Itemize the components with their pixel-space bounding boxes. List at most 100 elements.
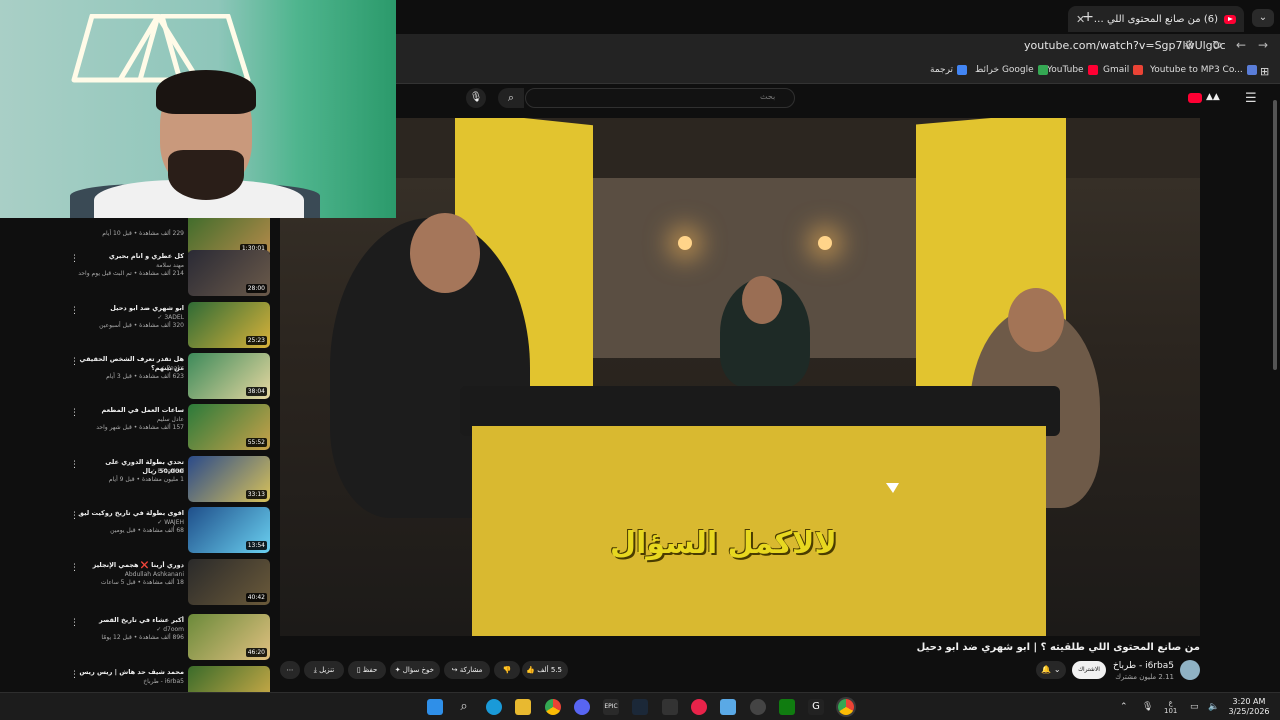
recommendation-item[interactable]: 46:20 ⋮ أكبر عشاء في تاريخ القصر d7oom ✓…: [0, 614, 280, 666]
input-language-indicator[interactable]: ع 101: [1164, 699, 1177, 715]
edge-icon[interactable]: [486, 699, 502, 715]
person-right-head: [1008, 288, 1064, 352]
mouse-cursor-icon: [886, 483, 899, 493]
notification-bell-icon[interactable]: 🔔 ⌄: [1036, 661, 1066, 679]
like-button[interactable]: 5.5 ألف 👍: [522, 661, 568, 679]
video-title[interactable]: ابو شهري ضد ابو دحيل: [78, 304, 184, 313]
recommendation-item[interactable]: 25:23 ⋮ ابو شهري ضد ابو دحيل 3ADEL ✓ 320…: [0, 302, 280, 354]
file-explorer-icon[interactable]: [515, 699, 531, 715]
display-icon[interactable]: ▭: [1190, 702, 1199, 712]
video-title[interactable]: دوري أرينا ❌ هجمي الإنجليز: [78, 561, 184, 570]
discord-icon[interactable]: [574, 699, 590, 715]
video-thumbnail[interactable]: 33:13: [188, 456, 270, 502]
g-app-icon[interactable]: G: [808, 699, 824, 715]
bookmark-translate[interactable]: ترجمة: [930, 65, 968, 75]
channel-name[interactable]: WAJEH ✓: [78, 519, 184, 526]
bookmark-youtube-to-mp3[interactable]: Youtube to MP3 Co...: [1150, 65, 1257, 75]
menu-icon[interactable]: ☰: [1245, 91, 1257, 106]
recommendation-item[interactable]: 55:52 ⋮ ساعات العمل في المطعم عادل سليم …: [0, 404, 280, 456]
recommendation-item[interactable]: 28:00 ⋮ كل عطري و انام بحبري مهند سلامة …: [0, 250, 280, 302]
recommendation-item[interactable]: 33:13 ⋮ تحدي بطولة الدوري على 50,000 ريا…: [0, 456, 280, 508]
video-title[interactable]: ساعات العمل في المطعم: [78, 406, 185, 415]
site-settings-icon[interactable]: ⚙: [1184, 38, 1195, 52]
youtube-logo-icon[interactable]: [1188, 93, 1202, 103]
video-thumbnail[interactable]: 46:20: [188, 614, 270, 660]
xbox-icon[interactable]: [779, 699, 795, 715]
search-icon[interactable]: ⌕: [498, 88, 524, 108]
microphone-icon[interactable]: 🎙: [466, 88, 486, 108]
apps-grid-icon[interactable]: ⊞: [1260, 65, 1269, 78]
clock-time: 3:20 AM: [1232, 697, 1266, 706]
epic-games-icon[interactable]: EPIC: [603, 699, 619, 715]
channel-avatar[interactable]: [1180, 660, 1200, 680]
save-label: حفظ: [362, 666, 378, 674]
search-taskbar-icon[interactable]: ⌕: [456, 699, 472, 715]
search-input[interactable]: [525, 88, 795, 108]
download-label: تنزيل: [319, 666, 335, 674]
channel-name[interactable]: FFearlFul ✓: [78, 468, 184, 475]
channel-name[interactable]: i6rba5 - طرباخ: [1100, 661, 1174, 671]
back-icon[interactable]: ←: [1236, 38, 1246, 52]
chrome-icon[interactable]: [545, 699, 561, 715]
forward-icon[interactable]: →: [1258, 38, 1268, 52]
subscribe-button[interactable]: الاشتراك: [1072, 661, 1106, 679]
video-title[interactable]: اقوى بطولة في تاريخ روكيت ليق: [78, 509, 184, 518]
new-tab-button[interactable]: +: [1082, 9, 1094, 25]
bookmark-youtube[interactable]: YouTube: [1047, 65, 1098, 75]
channel-name[interactable]: Peaks ✓: [78, 365, 184, 372]
channel-name[interactable]: i6rba5 - طرباخ: [78, 678, 184, 685]
microphone-tray-icon[interactable]: 🎙: [1142, 702, 1153, 712]
channel-name[interactable]: d7oom ✓: [78, 626, 184, 633]
steam-icon[interactable]: [632, 699, 648, 715]
video-meta: 68 ألف مشاهدة • قبل يومين: [110, 527, 184, 534]
reload-icon[interactable]: ↻: [1212, 38, 1222, 52]
video-thumbnail[interactable]: 55:52: [188, 404, 270, 450]
save-button[interactable]: حفظ ▯: [348, 661, 386, 679]
channel-name[interactable]: Abdullah Ashkanani: [78, 571, 184, 578]
bookmark-label: YouTube: [1047, 65, 1084, 75]
download-button[interactable]: تنزيل ⤓: [304, 661, 344, 679]
recommendation-item[interactable]: 38:04 ⋮ هل تقدر تعرف الشخص الحقيقي من بي…: [0, 353, 280, 405]
dislike-icon[interactable]: 👎: [494, 661, 520, 679]
video-thumbnail[interactable]: 38:04: [188, 353, 270, 399]
channel-name[interactable]: مهند سلامة: [78, 262, 184, 269]
video-title[interactable]: كل عطري و انام بحبري: [78, 252, 184, 261]
video-title[interactable]: محمد شيف حد هاش | ريس ريس: [78, 668, 184, 677]
share-button[interactable]: مشاركة ↪: [444, 661, 490, 679]
app-icon[interactable]: [662, 699, 678, 715]
subscriber-count: 2.11 مليون مشترك: [1115, 673, 1174, 681]
video-thumbnail[interactable]: 25:23: [188, 302, 270, 348]
telegram-icon[interactable]: [720, 699, 736, 715]
url-field[interactable]: youtube.com/watch?v=Sgp7lwUlg0c: [1024, 39, 1226, 52]
clock-date: 3/25/2026: [1228, 707, 1270, 716]
chrome-active-icon[interactable]: [838, 699, 854, 715]
bookmark-gmail[interactable]: Gmail: [1103, 65, 1144, 75]
recommendation-item[interactable]: 40:42 ⋮ دوري أرينا ❌ هجمي الإنجليز Abdul…: [0, 559, 280, 611]
video-player[interactable]: لالاكمل السؤال: [280, 118, 1200, 636]
system-clock[interactable]: 3:20 AM 3/25/2026: [1224, 697, 1274, 717]
more-actions-button[interactable]: ⋯: [280, 661, 300, 679]
channel-name[interactable]: عادل سليم: [78, 416, 184, 423]
tab-search-chevron-icon[interactable]: ⌄: [1252, 9, 1274, 27]
volume-icon[interactable]: 🔈: [1208, 702, 1219, 712]
tray-overflow-icon[interactable]: ⌃: [1120, 702, 1128, 712]
start-menu-icon[interactable]: [427, 699, 443, 715]
page-scrollbar[interactable]: [1273, 100, 1277, 370]
video-duration: 13:54: [245, 541, 267, 550]
video-thumbnail[interactable]: 28:00: [188, 250, 270, 296]
video-thumbnail[interactable]: 40:42: [188, 559, 270, 605]
media-player-icon[interactable]: [691, 699, 707, 715]
video-thumbnail[interactable]: 13:54: [188, 507, 270, 553]
video-caption: لالاكمل السؤال: [610, 526, 837, 561]
settings-gear-icon[interactable]: [750, 699, 766, 715]
browser-tab[interactable]: (6) من صانع المحتوى اللي ط... ✕: [1068, 6, 1244, 32]
ask-button[interactable]: خوخ سؤال ✦: [390, 661, 440, 679]
video-duration: 25:23: [245, 336, 267, 345]
bookmark-label: Gmail: [1103, 65, 1130, 75]
recommendation-item[interactable]: 13:54 ⋮ اقوى بطولة في تاريخ روكيت ليق WA…: [0, 507, 280, 559]
video-title[interactable]: أكبر عشاء في تاريخ القصر: [78, 616, 184, 625]
video-thumbnail[interactable]: [188, 666, 270, 692]
bookmark-maps[interactable]: خرائط Google: [975, 65, 1048, 75]
recommendation-item[interactable]: ⋮ محمد شيف حد هاش | ريس ريس i6rba5 - طرب…: [0, 666, 280, 692]
channel-name[interactable]: 3ADEL ✓: [78, 314, 184, 321]
